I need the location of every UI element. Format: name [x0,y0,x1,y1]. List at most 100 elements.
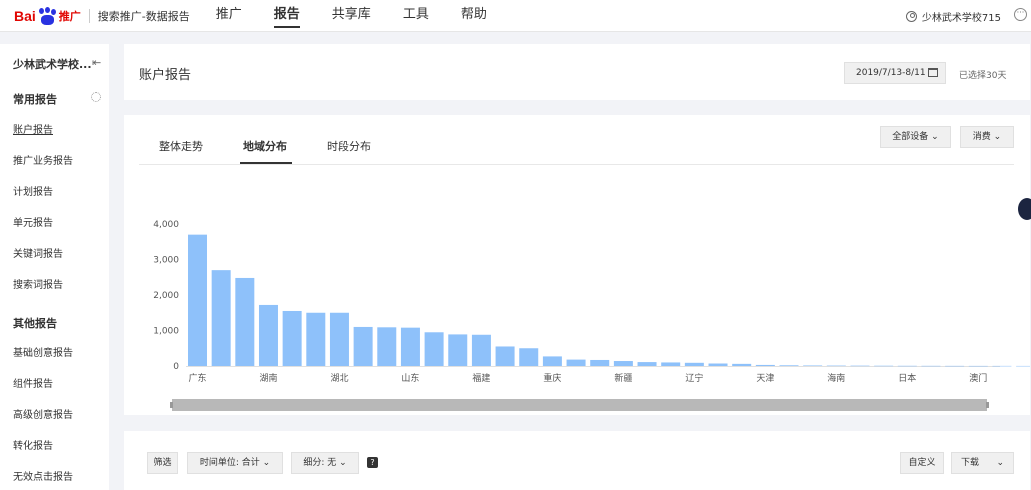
download-select[interactable]: 下载 ⌄ [951,452,1014,474]
x-tick-label: 澳门 [969,372,987,384]
sidebar-item-business-report[interactable]: 推广业务报告 [13,152,73,167]
chart-bar[interactable] [353,326,373,366]
chart-bar[interactable] [448,334,468,366]
account-name[interactable]: 少林武术学校... [13,56,92,72]
logo-suffix: 推广 [58,9,81,23]
chart-bar[interactable] [637,362,657,366]
chart-bar[interactable] [708,363,728,366]
side-panel-toggle[interactable] [1018,198,1031,220]
chart-bar[interactable] [377,327,397,366]
user-menu[interactable]: 少林武术学校715 [905,0,1001,32]
filter-button[interactable]: 筛选 [147,452,178,474]
x-tick-label: 湖北 [330,373,348,384]
calendar-icon [928,68,938,77]
chart-bar[interactable] [897,365,917,367]
collapse-sidebar-icon[interactable]: ⇤ [92,56,101,69]
paw-icon [37,6,57,25]
x-tick-label: 广东 [188,372,206,384]
date-range-value: 2019/7/13-8/11 [856,68,926,78]
chart-bar[interactable] [755,364,775,366]
sidebar-item-component-report[interactable]: 组件报告 [13,375,53,390]
x-tick-label: 新疆 [614,372,632,384]
nav-tools[interactable]: 工具 [387,0,445,32]
chart-bar[interactable] [542,356,562,366]
chart-bar[interactable] [471,334,491,366]
chart-bar[interactable] [968,365,988,367]
more-icon[interactable]: ··· [1014,8,1027,21]
chart-bar[interactable] [826,365,846,367]
chart-bar[interactable] [684,362,704,366]
sidebar: 少林武术学校... ⇤ 常用报告 账户报告 推广业务报告 计划报告 单元报告 关… [0,44,109,490]
chart-bar[interactable] [235,277,255,366]
chart-bar[interactable] [874,365,894,367]
x-tick-label: 山东 [401,372,419,384]
x-tick-label: 福建 [472,372,490,384]
nav-shared-library[interactable]: 共享库 [316,0,387,32]
y-tick-label: 2,000 [153,291,179,301]
x-tick-label: 日本 [898,372,916,384]
chart-bar[interactable] [850,365,870,367]
sidebar-item-search-term-report[interactable]: 搜索词报告 [13,276,63,291]
chart-bar[interactable] [1016,365,1030,367]
sidebar-item-account-report[interactable]: 账户报告 [13,121,53,136]
sidebar-item-basic-creative-report[interactable]: 基础创意报告 [13,344,73,359]
top-bar: Bai 推广 搜索推广-数据报告 推广 报告 共享库 工具 帮助 少林武术学校7… [0,0,1031,32]
chart-bar[interactable] [424,332,444,366]
chart-bar[interactable] [211,270,231,366]
chart-bar[interactable] [779,365,799,366]
nav-promote[interactable]: 推广 [200,0,258,32]
chart-bar[interactable] [306,312,326,366]
breakdown-label: 细分: 无 [303,458,337,468]
selected-days: 已选择30天 [959,71,1007,81]
chart-bar[interactable] [992,365,1012,367]
chart-bar[interactable] [661,362,681,366]
nav-reports[interactable]: 报告 [258,0,316,32]
chart-bar[interactable] [613,361,633,366]
chart-bar[interactable] [590,359,610,366]
chart-bar[interactable] [258,304,278,366]
sidebar-item-unit-report[interactable]: 单元报告 [13,214,53,229]
y-tick-label: 4,000 [153,220,179,230]
x-tick-label: 湖南 [259,372,277,384]
user-icon [905,10,917,22]
time-unit-select[interactable]: 时间单位: 合计 ⌄ [187,452,283,474]
chart-bar[interactable] [400,327,420,366]
group-common-reports: 常用报告 [13,93,57,106]
x-tick-label: 重庆 [543,372,561,384]
chart-bar[interactable] [282,310,302,366]
sidebar-item-advanced-creative-report[interactable]: 高级创意报告 [13,406,73,421]
chart-bar[interactable] [329,312,349,366]
chevron-down-icon: ⌄ [259,458,271,468]
chart-bar[interactable] [519,348,539,366]
logo-text: Bai [14,7,36,24]
date-range-picker[interactable]: 2019/7/13-8/11 [844,62,946,84]
baidu-logo[interactable]: Bai 推广 [14,0,81,32]
chart-bar[interactable] [188,234,207,366]
x-tick-label: 辽宁 [685,372,703,384]
sidebar-item-keyword-report[interactable]: 关键词报告 [13,245,63,260]
sidebar-item-conversion-report[interactable]: 转化报告 [13,437,53,452]
gear-icon[interactable] [91,92,101,102]
help-icon[interactable]: ? [367,457,378,468]
username: 少林武术学校715 [921,12,1001,24]
chart-bar[interactable] [803,365,823,366]
chart-bar[interactable] [495,346,515,366]
chevron-down-icon: ⌄ [996,458,1004,468]
chart-bar[interactable] [566,359,586,366]
chart-bar[interactable] [945,365,965,367]
chart-bar[interactable] [732,363,752,366]
sidebar-item-invalid-click-report[interactable]: 无效点击报告 [13,468,73,483]
customize-button[interactable]: 自定义 [900,452,944,474]
breakdown-select[interactable]: 细分: 无 ⌄ [291,452,359,474]
sidebar-item-plan-report[interactable]: 计划报告 [13,183,53,198]
region-bar-chart: 0 1,000 2,000 3,000 4,000 广东 湖南 湖北 山东 福建 重庆 新疆 辽宁 天津… [153,220,1030,384]
x-tick-label: 海南 [827,372,845,384]
top-nav: 推广 报告 共享库 工具 帮助 [200,0,503,32]
time-unit-label: 时间单位: 合计 [199,458,260,468]
product-title: 搜索推广-数据报告 [97,9,190,23]
nav-help[interactable]: 帮助 [445,0,503,32]
chart-zoom-scrollbar[interactable] [170,399,989,411]
chart-bar[interactable] [921,365,941,367]
filter-panel: 筛选 时间单位: 合计 ⌄ 细分: 无 ⌄ ? 自定义 下载 ⌄ [124,431,1030,490]
y-tick-label: 0 [173,362,179,372]
